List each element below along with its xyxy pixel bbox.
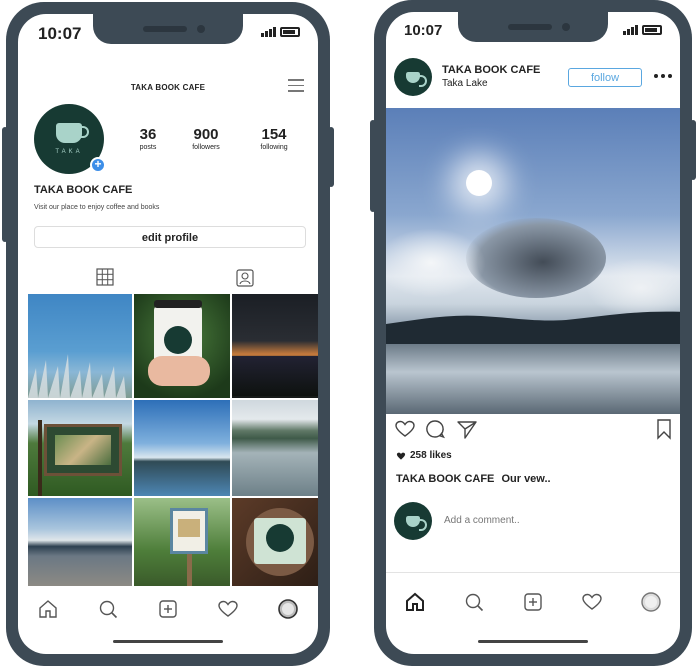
right-phone-frame: 10:07 TAKA BOOK CAFE Taka Lake follow 25… <box>370 0 696 666</box>
status-time: 10:07 <box>404 22 443 39</box>
post-location[interactable]: Taka Lake <box>442 78 488 89</box>
home-icon[interactable] <box>404 591 426 613</box>
home-indicator <box>113 640 223 643</box>
tagged-icon[interactable] <box>236 269 254 287</box>
heart-icon[interactable] <box>217 598 239 620</box>
post-account-name[interactable]: TAKA BOOK CAFE <box>442 64 540 76</box>
stat-value: 154 <box>261 126 287 143</box>
grid-photo-coffee-cup[interactable]: TAKA <box>134 294 230 398</box>
stat-followers[interactable]: 900 followers <box>178 126 234 151</box>
share-icon[interactable] <box>456 418 478 440</box>
add-post-icon[interactable] <box>157 598 179 620</box>
grid-photo-signboard[interactable] <box>28 400 132 496</box>
heart-icon[interactable] <box>394 418 416 440</box>
status-icons <box>623 25 662 35</box>
left-screen: 10:07 TAKA BOOK CAFE TAKA + 36 posts 900… <box>18 14 318 654</box>
search-icon[interactable] <box>463 591 485 613</box>
stat-label: followers <box>192 144 220 151</box>
grid-photo-sunset[interactable] <box>232 294 318 398</box>
grid-photo-little-library[interactable] <box>134 498 230 586</box>
stat-posts[interactable]: 36 posts <box>120 126 176 151</box>
side-button-right <box>690 120 696 180</box>
stat-label: following <box>260 144 288 151</box>
home-icon[interactable] <box>37 598 59 620</box>
right-screen: 10:07 TAKA BOOK CAFE Taka Lake follow 25… <box>386 12 680 654</box>
battery-icon <box>642 25 662 35</box>
commenter-avatar <box>394 502 432 540</box>
grid-photo-reeds[interactable] <box>28 294 132 398</box>
comment-input[interactable]: Add a comment.. <box>444 515 520 526</box>
edit-profile-button[interactable]: edit profile <box>34 226 306 248</box>
follow-button[interactable]: follow <box>568 68 642 87</box>
battery-icon <box>280 27 300 37</box>
profile-name: TAKA BOOK CAFE <box>34 184 133 196</box>
hamburger-menu-icon[interactable] <box>288 78 304 92</box>
post-photo[interactable] <box>386 108 680 414</box>
bookmark-icon[interactable] <box>654 418 674 440</box>
post-author-avatar[interactable] <box>394 58 432 96</box>
notch <box>93 14 243 44</box>
grid-photo-cafe-sign[interactable] <box>232 498 318 586</box>
side-button-left <box>370 120 376 212</box>
side-button-right <box>328 127 334 187</box>
profile-header-title: TAKA BOOK CAFE <box>130 83 206 92</box>
cup-logo-icon <box>406 515 427 531</box>
search-icon[interactable] <box>97 598 119 620</box>
stat-following[interactable]: 154 following <box>246 126 302 151</box>
side-button-left <box>2 127 8 242</box>
grid-photo-lake-clouds[interactable] <box>134 400 230 496</box>
stat-label: posts <box>139 144 157 151</box>
heart-icon[interactable] <box>581 591 603 613</box>
more-icon[interactable] <box>654 74 672 78</box>
stat-value: 900 <box>193 126 219 143</box>
add-story-badge-icon[interactable]: + <box>90 157 106 173</box>
left-phone-frame: 10:07 TAKA BOOK CAFE TAKA + 36 posts 900… <box>2 2 334 666</box>
caption-text: Our vew.. <box>501 473 551 485</box>
profile-icon[interactable] <box>640 591 662 613</box>
bottom-nav <box>386 587 680 617</box>
status-time: 10:07 <box>38 24 82 43</box>
grid-icon[interactable] <box>96 268 114 286</box>
caption-user[interactable]: TAKA BOOK CAFE <box>396 473 494 485</box>
grid-photo-lake-reflection[interactable] <box>232 400 318 496</box>
status-icons <box>261 27 300 37</box>
signal-icon <box>623 25 638 35</box>
heart-filled-icon <box>396 452 406 460</box>
cup-logo-icon <box>406 71 427 87</box>
add-post-icon[interactable] <box>522 591 544 613</box>
notch <box>458 12 608 42</box>
comment-icon[interactable] <box>424 418 446 440</box>
grid-photo-shore[interactable] <box>28 498 132 586</box>
home-indicator <box>478 640 588 643</box>
logo-text: TAKA <box>55 149 83 155</box>
profile-icon[interactable] <box>277 598 299 620</box>
cup-logo-icon <box>56 123 89 143</box>
likes-count: 258 likes <box>410 450 452 461</box>
stat-value: 36 <box>139 126 157 143</box>
divider <box>386 572 680 573</box>
caption: TAKA BOOK CAFE Our vew.. <box>396 473 551 485</box>
profile-bio: Visit our place to enjoy coffee and book… <box>34 204 160 211</box>
signal-icon <box>261 27 276 37</box>
bottom-nav <box>18 594 318 624</box>
likes-row[interactable]: 258 likes <box>396 450 452 461</box>
